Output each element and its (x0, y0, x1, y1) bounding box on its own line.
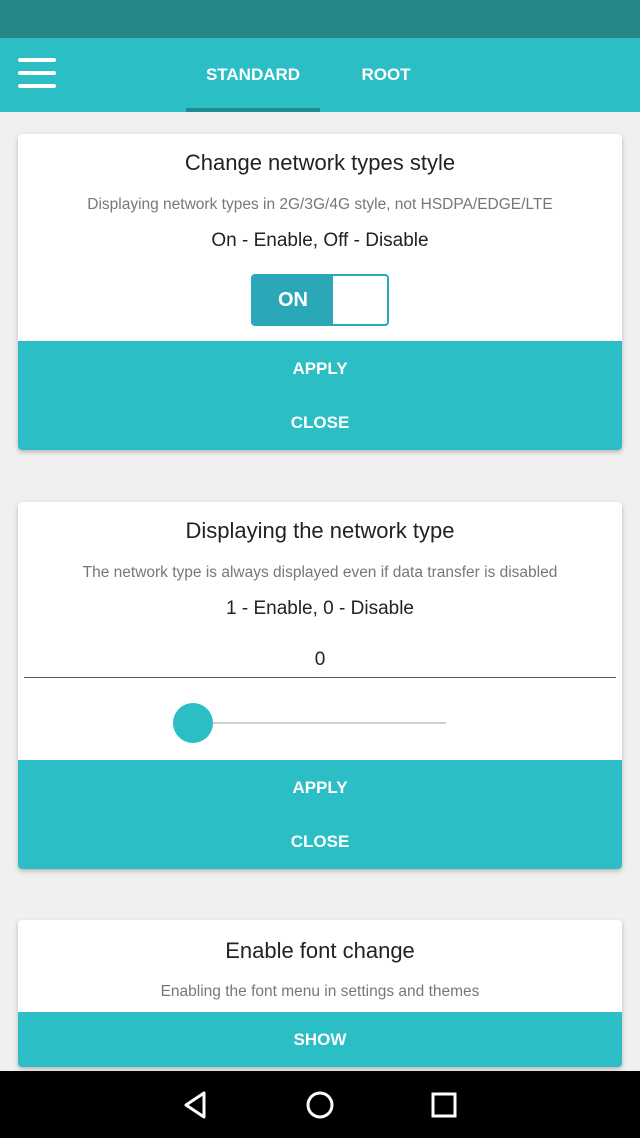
card-description: Displaying network types in 2G/3G/4G sty… (87, 196, 553, 213)
menu-button[interactable] (18, 58, 58, 92)
back-button[interactable] (180, 1089, 212, 1121)
recents-square-icon (431, 1092, 457, 1118)
status-bar (0, 0, 640, 38)
card-actions: SHOW (18, 1012, 622, 1067)
close-button[interactable]: CLOSE (18, 396, 622, 450)
close-button[interactable]: CLOSE (18, 815, 622, 869)
card-title: Displaying the network type (185, 518, 455, 543)
tab-indicator (186, 108, 320, 112)
card-actions: APPLY CLOSE (18, 760, 622, 869)
card-title: Change network types style (184, 150, 456, 175)
network-type-value-input[interactable] (24, 642, 616, 678)
card-displaying-network-type: Displaying the network type The network … (18, 502, 622, 869)
card-description: The network type is always displayed eve… (82, 564, 558, 581)
network-style-toggle[interactable]: ON (251, 274, 389, 326)
card-hint: On - Enable, Off - Disable (211, 230, 429, 251)
tab-standard[interactable]: STANDARD (186, 38, 320, 112)
home-circle-icon (306, 1091, 334, 1119)
card-network-types-style: Change network types style Displaying ne… (18, 134, 622, 450)
apply-button[interactable]: APPLY (18, 760, 622, 815)
card-actions: APPLY CLOSE (18, 341, 622, 450)
app-bar: STANDARD ROOT (0, 38, 640, 112)
back-triangle-icon (184, 1091, 206, 1119)
tab-root[interactable]: ROOT (340, 38, 432, 112)
navigation-bar (0, 1071, 640, 1138)
recents-button[interactable] (428, 1089, 460, 1121)
show-button[interactable]: SHOW (18, 1012, 622, 1067)
home-button[interactable] (304, 1089, 336, 1121)
apply-button[interactable]: APPLY (18, 341, 622, 396)
card-enable-font-change: Enable font change Enabling the font men… (18, 920, 622, 1067)
slider-track[interactable] (194, 722, 446, 724)
hamburger-icon (18, 58, 58, 88)
card-description: Enabling the font menu in settings and t… (160, 983, 480, 1000)
slider-thumb[interactable] (173, 703, 213, 743)
toggle-on-label: ON (253, 276, 333, 324)
card-hint: 1 - Enable, 0 - Disable (226, 598, 414, 619)
card-title: Enable font change (225, 938, 415, 963)
